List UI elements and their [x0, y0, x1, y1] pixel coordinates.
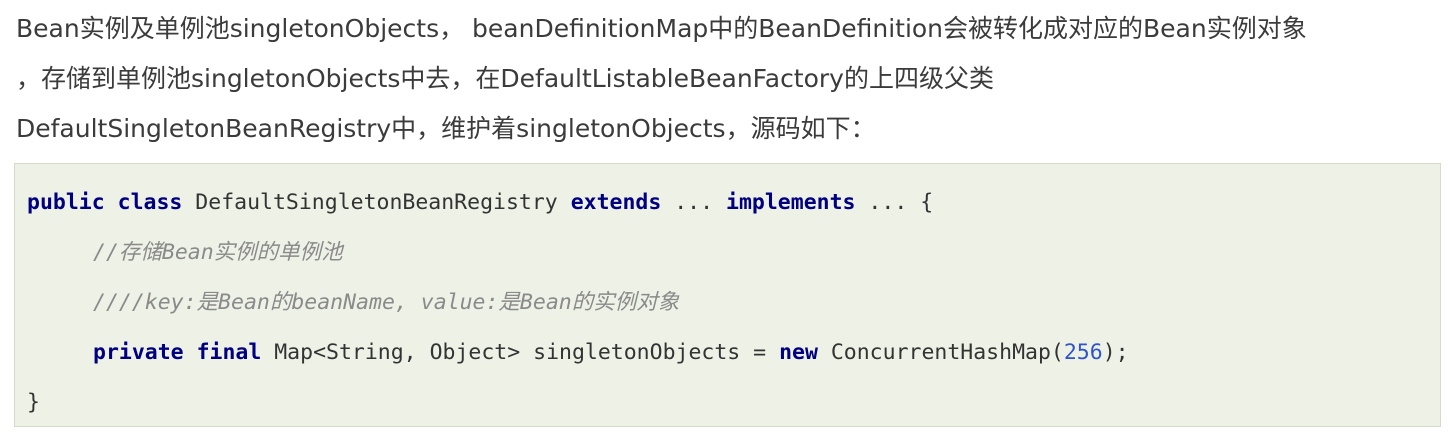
code-line-comment-1: //存储Bean实例的单例池 — [27, 228, 1440, 278]
ellipsis: ... — [661, 190, 727, 215]
description-line-2: ，存储到单例池singletonObjects中去，在DefaultListab… — [16, 64, 994, 93]
code-line-field-declaration: private final Map<String, Object> single… — [27, 328, 1440, 378]
keyword-class: class — [117, 190, 183, 215]
keyword-final: final — [196, 340, 262, 365]
code-line-close-brace: } — [27, 378, 1440, 428]
constructor-call: ConcurrentHashMap( — [817, 340, 1064, 365]
description-line-1: Bean实例及单例池singletonObjects， beanDefiniti… — [16, 14, 1307, 43]
keyword-private: private — [93, 340, 184, 365]
open-brace: ... { — [855, 190, 934, 215]
description-paragraph: Bean实例及单例池singletonObjects， beanDefiniti… — [16, 4, 1441, 154]
description-line-3: DefaultSingletonBeanRegistry中，维护着singlet… — [16, 114, 876, 143]
statement-end: ); — [1102, 340, 1129, 365]
code-block: public class DefaultSingletonBeanRegistr… — [14, 163, 1441, 427]
code-comment: ////key:是Bean的beanName, value:是Bean的实例对象 — [93, 290, 680, 315]
close-brace: } — [27, 390, 40, 415]
code-line-class-declaration: public class DefaultSingletonBeanRegistr… — [27, 178, 1440, 228]
keyword-extends: extends — [570, 190, 662, 215]
number-literal: 256 — [1063, 340, 1103, 365]
code-comment: //存储Bean实例的单例池 — [93, 240, 343, 265]
keyword-implements: implements — [726, 190, 856, 215]
code-line-comment-2: ////key:是Bean的beanName, value:是Bean的实例对象 — [27, 278, 1440, 328]
keyword-public: public — [27, 190, 105, 215]
keyword-new: new — [779, 340, 818, 365]
field-declaration: Map<String, Object> singletonObjects = — [261, 340, 780, 365]
class-name: DefaultSingletonBeanRegistry — [182, 190, 571, 215]
